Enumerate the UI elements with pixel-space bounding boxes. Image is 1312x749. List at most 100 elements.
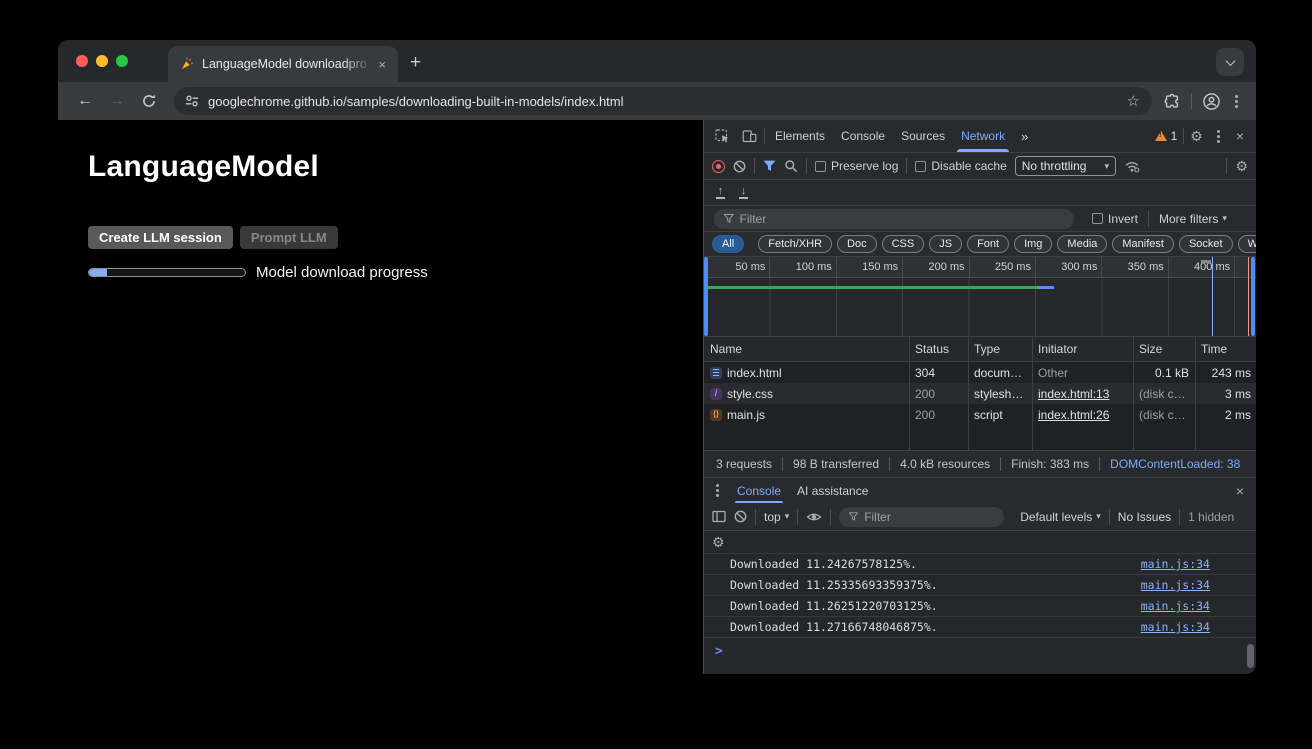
size-value: (disk c… [1139, 408, 1186, 422]
browser-tab[interactable]: LanguageModel downloadpro × [168, 46, 398, 82]
timeline-left-handle[interactable] [704, 257, 708, 336]
filter-chip-js[interactable]: JS [929, 235, 962, 253]
filter-chip-doc[interactable]: Doc [837, 235, 877, 253]
clear-icon [733, 160, 746, 173]
cell-status: 200 [909, 387, 968, 401]
devtools-close-button[interactable]: × [1230, 128, 1250, 144]
prompt-llm-button[interactable]: Prompt LLM [240, 226, 338, 249]
bookmark-star-icon[interactable]: ☆ [1125, 92, 1142, 110]
filter-chip-img[interactable]: Img [1014, 235, 1052, 253]
console-message-row[interactable]: Downloaded 11.25335693359375%.main.js:34 [704, 574, 1256, 595]
filter-chip-all[interactable]: All [712, 235, 744, 253]
funnel-icon [724, 214, 734, 223]
console-source-link[interactable]: main.js:34 [1141, 620, 1210, 634]
preserve-log-checkbox[interactable]: Preserve log [815, 159, 898, 173]
browser-window: LanguageModel downloadpro × + ← → google… [58, 40, 1256, 674]
window-minimize-button[interactable] [96, 55, 108, 67]
drawer-tab-console[interactable]: Console [729, 478, 789, 503]
panel-tab-network[interactable]: Network [953, 120, 1013, 152]
drawer-close-button[interactable]: × [1230, 483, 1250, 499]
divider [1148, 211, 1149, 227]
tab-search-button[interactable] [1216, 48, 1244, 76]
log-levels-dropdown[interactable]: Default levels ▾ [1020, 510, 1101, 524]
network-filter-input[interactable] [740, 212, 1064, 226]
timeline-right-handle[interactable] [1251, 257, 1255, 336]
network-request-row[interactable]: main.js200scriptindex.html:26(disk c…2 m… [704, 404, 1256, 425]
console-source-link[interactable]: main.js:34 [1141, 599, 1210, 613]
new-tab-button[interactable]: + [398, 52, 433, 74]
scrollbar-thumb[interactable] [1247, 644, 1254, 668]
reload-button[interactable] [136, 88, 162, 114]
drawer-tab-ai-assistance[interactable]: AI assistance [789, 478, 876, 503]
panel-tab-sources[interactable]: Sources [893, 120, 953, 152]
panel-tab-console[interactable]: Console [833, 120, 893, 152]
console-filter-input[interactable] [864, 510, 994, 524]
extensions-button[interactable] [1164, 93, 1181, 110]
site-settings-icon[interactable] [184, 93, 200, 109]
issues-warning-badge[interactable]: 1 [1151, 129, 1182, 143]
more-filters-dropdown[interactable]: More filters ▾ [1159, 212, 1227, 226]
console-source-link[interactable]: main.js:34 [1141, 578, 1210, 592]
column-header-time[interactable]: Time [1195, 342, 1256, 356]
record-network-log-button[interactable] [712, 160, 725, 173]
address-bar[interactable]: googlechrome.github.io/samples/downloadi… [174, 87, 1152, 115]
window-zoom-button[interactable] [116, 55, 128, 67]
devtools-menu-icon[interactable] [1217, 135, 1220, 138]
browser-menu-icon[interactable] [1235, 100, 1238, 103]
disable-cache-checkbox[interactable]: Disable cache [915, 159, 1006, 173]
console-message-row[interactable]: Downloaded 11.24267578125%.main.js:34 [704, 553, 1256, 574]
back-button[interactable]: ← [72, 88, 98, 114]
console-message-row[interactable]: Downloaded 11.27166748046875%.main.js:34 [704, 616, 1256, 637]
console-prompt[interactable]: > [704, 637, 1256, 674]
initiator-link[interactable]: index.html:13 [1038, 387, 1109, 401]
network-conditions-button[interactable] [1124, 159, 1140, 173]
live-expression-button[interactable] [806, 511, 822, 523]
panel-tab-elements[interactable]: Elements [767, 120, 833, 152]
network-request-row[interactable]: index.html304docum…Other0.1 kB243 ms [704, 362, 1256, 383]
console-settings-button[interactable]: ⚙ [712, 534, 725, 551]
initiator-link[interactable]: index.html:26 [1038, 408, 1109, 422]
column-header-status[interactable]: Status [909, 342, 968, 356]
issues-counter[interactable]: No Issues [1118, 510, 1171, 524]
clear-network-log-button[interactable] [733, 160, 746, 173]
timeline-ruler: 50 ms100 ms150 ms200 ms250 ms300 ms350 m… [704, 257, 1256, 278]
network-request-row[interactable]: style.css200stylesh…index.html:13(disk c… [704, 383, 1256, 404]
filter-chip-font[interactable]: Font [967, 235, 1009, 253]
network-overview-timeline[interactable]: 50 ms100 ms150 ms200 ms250 ms300 ms350 m… [704, 257, 1256, 337]
filter-chip-css[interactable]: CSS [882, 235, 925, 253]
column-header-initiator[interactable]: Initiator [1032, 342, 1133, 356]
column-header-type[interactable]: Type [968, 342, 1032, 356]
clear-console-button[interactable] [734, 510, 747, 523]
timeline-tick: 150 ms [837, 257, 903, 277]
filter-chip-manifest[interactable]: Manifest [1112, 235, 1174, 253]
invert-checkbox[interactable]: Invert [1092, 212, 1138, 226]
filter-chip-socket[interactable]: Socket [1179, 235, 1233, 253]
column-header-name[interactable]: Name [704, 342, 909, 356]
create-llm-session-button[interactable]: Create LLM session [88, 226, 233, 249]
forward-button[interactable]: → [104, 88, 130, 114]
inspect-element-button[interactable] [710, 129, 735, 144]
filter-chip-wasm[interactable]: Wasm [1238, 235, 1256, 253]
throttling-dropdown[interactable]: No throttling ▾ [1015, 156, 1116, 176]
hidden-messages-count[interactable]: 1 hidden [1188, 510, 1234, 524]
filter-chip-fetchxhr[interactable]: Fetch/XHR [758, 235, 832, 253]
tab-close-icon[interactable]: × [374, 56, 390, 73]
javascript-context-dropdown[interactable]: top ▾ [764, 510, 789, 524]
window-close-button[interactable] [76, 55, 88, 67]
console-message-row[interactable]: Downloaded 11.26251220703125%.main.js:34 [704, 595, 1256, 616]
more-panels-button[interactable]: » [1015, 129, 1034, 144]
import-har-button[interactable]: ↑ [716, 187, 725, 199]
filter-chip-media[interactable]: Media [1057, 235, 1107, 253]
devtools-settings-button[interactable]: ⚙ [1186, 128, 1207, 145]
drawer-menu-icon[interactable] [716, 489, 719, 492]
network-settings-button[interactable]: ⚙ [1235, 158, 1248, 175]
device-toolbar-button[interactable] [737, 129, 762, 144]
filter-toggle-button[interactable] [763, 160, 776, 172]
console-sidebar-button[interactable] [712, 510, 726, 523]
column-header-size[interactable]: Size [1133, 342, 1195, 356]
summary-item: 4.0 kB resources [889, 457, 1000, 471]
profile-button[interactable] [1202, 92, 1221, 111]
search-button[interactable] [784, 159, 798, 173]
export-har-button[interactable]: ↓ [739, 187, 748, 199]
console-source-link[interactable]: main.js:34 [1141, 557, 1210, 571]
